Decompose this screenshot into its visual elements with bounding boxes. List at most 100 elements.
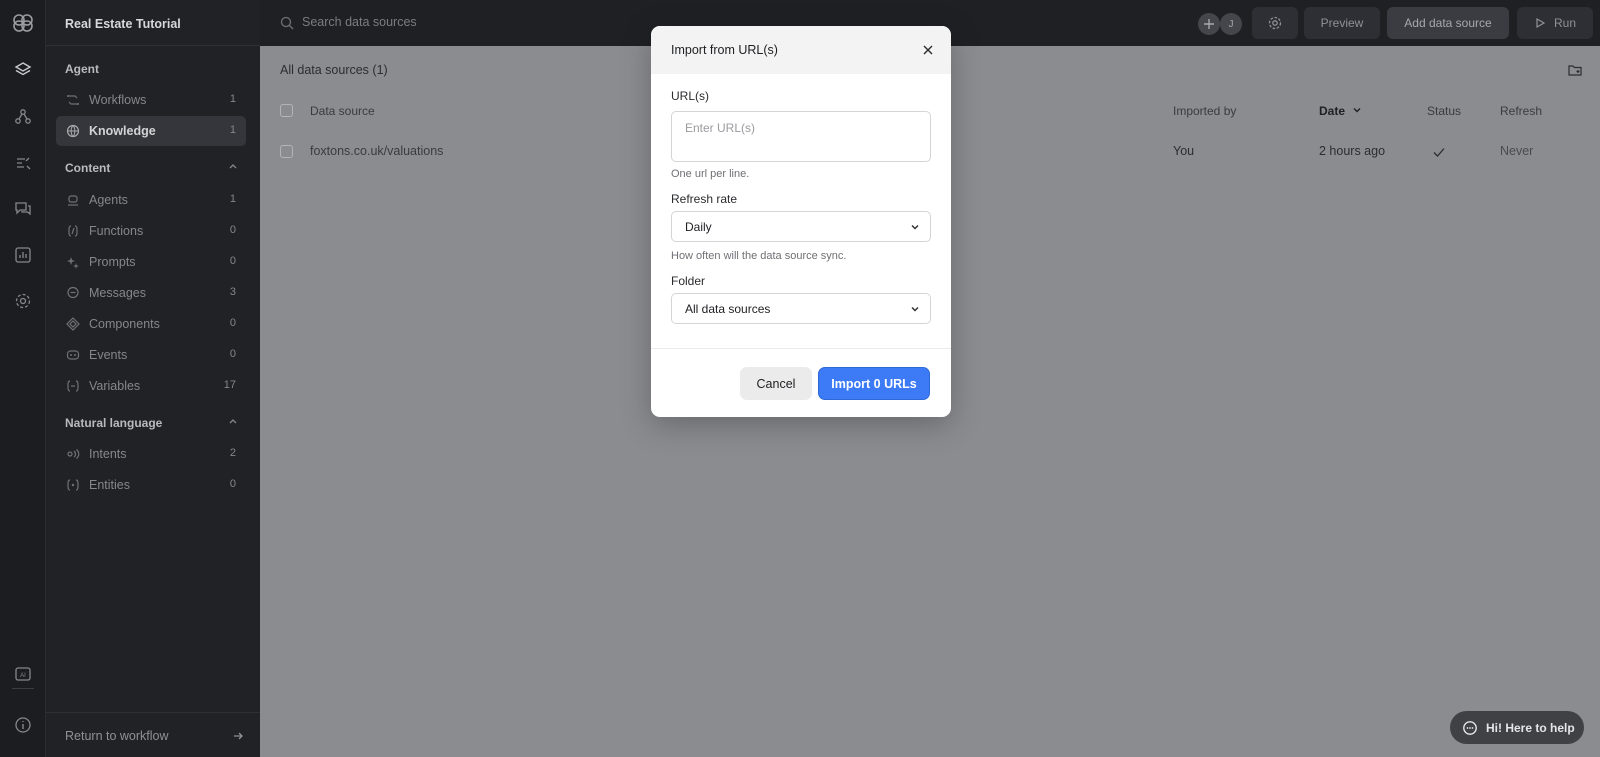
folder-select[interactable]: All data sources	[671, 293, 931, 324]
page-title: All data sources (1)	[280, 63, 388, 77]
conversations-icon[interactable]	[13, 199, 33, 219]
sidebar-item-label: Knowledge	[89, 124, 156, 138]
folder-value: All data sources	[685, 302, 771, 316]
cancel-button[interactable]: Cancel	[740, 367, 812, 400]
sidebar-item-count: 17	[223, 379, 236, 391]
avatar[interactable]: J	[1220, 13, 1242, 35]
sidebar-item-count: 0	[229, 317, 236, 329]
close-icon[interactable]	[921, 43, 935, 57]
section-content[interactable]: Content	[65, 161, 237, 175]
sparkle-icon	[67, 257, 79, 269]
help-label: Hi! Here to help	[1486, 720, 1575, 735]
variables-icon	[67, 380, 79, 392]
refresh-rate-select[interactable]: Daily	[671, 211, 931, 242]
refresh-rate-help-text: How often will the data source sync.	[671, 250, 847, 262]
search-input[interactable]: Search data sources	[302, 15, 417, 29]
sidebar-item-workflows[interactable]: Workflows 1	[56, 85, 246, 115]
sidebar-item-functions[interactable]: Functions 0	[56, 216, 246, 246]
column-header-imported-by[interactable]: Imported by	[1173, 104, 1236, 118]
sidebar-item-label: Functions	[89, 224, 144, 238]
functions-icon	[68, 225, 78, 237]
import-urls-button[interactable]: Import 0 URLs	[818, 367, 930, 400]
sidebar-item-entities[interactable]: Entities 0	[56, 470, 246, 500]
sidebar: Real Estate Tutorial Agent Workflows 1 K…	[46, 0, 260, 757]
add-data-source-button[interactable]: Add data source	[1387, 7, 1509, 39]
sidebar-item-intents[interactable]: Intents 2	[56, 439, 246, 469]
sidebar-item-count: 1	[229, 193, 236, 205]
urls-help-text: One url per line.	[671, 168, 750, 180]
preview-button[interactable]: Preview	[1304, 7, 1380, 39]
settings-button[interactable]	[1252, 7, 1298, 39]
sidebar-item-messages[interactable]: Messages 3	[56, 278, 246, 308]
plus-icon	[1204, 19, 1214, 29]
import-url-dialog: Import from URL(s) URL(s) One url per li…	[651, 26, 951, 417]
sidebar-item-count: 3	[229, 286, 236, 298]
add-collaborator-button[interactable]	[1198, 13, 1220, 35]
select-all-checkbox[interactable]	[280, 104, 293, 117]
sort-desc-icon	[1353, 108, 1361, 113]
sidebar-item-count: 0	[229, 255, 236, 267]
run-label: Run	[1553, 16, 1576, 30]
section-title: Content	[65, 161, 111, 175]
rail-divider	[12, 688, 34, 689]
message-bubble-icon	[67, 286, 79, 299]
sidebar-item-variables[interactable]: Variables 17	[56, 371, 246, 401]
sidebar-item-agents[interactable]: Agents 1	[56, 185, 246, 215]
cell-date: 2 hours ago	[1319, 144, 1386, 158]
section-natural-language[interactable]: Natural language	[65, 416, 237, 430]
folder-label: Folder	[671, 274, 706, 288]
settings-gear-icon[interactable]	[13, 291, 33, 311]
help-chat-button[interactable]: Hi! Here to help	[1450, 711, 1584, 744]
urls-textarea[interactable]	[671, 111, 931, 162]
arrow-right-icon	[234, 732, 243, 740]
sidebar-item-knowledge[interactable]: Knowledge 1	[56, 116, 246, 146]
sidebar-item-label: Agents	[89, 193, 128, 207]
sidebar-item-count: 0	[229, 348, 236, 360]
gear-icon	[1268, 16, 1282, 30]
column-header-status[interactable]: Status	[1427, 104, 1461, 118]
status-check-icon	[1433, 148, 1445, 157]
column-header-date[interactable]: Date	[1319, 104, 1362, 118]
layers-icon[interactable]	[13, 60, 33, 80]
sidebar-item-label: Prompts	[89, 255, 136, 269]
return-to-workflow-link[interactable]: Return to workflow	[46, 712, 260, 757]
sidebar-item-components[interactable]: Components 0	[56, 309, 246, 339]
sidebar-item-label: Components	[89, 317, 160, 331]
section-agent: Agent	[65, 62, 99, 76]
column-header-label: Date	[1319, 104, 1346, 118]
info-icon[interactable]	[13, 715, 33, 735]
project-name[interactable]: Real Estate Tutorial	[46, 0, 260, 46]
agents-icon	[68, 195, 78, 206]
sidebar-item-label: Events	[89, 348, 128, 362]
sidebar-item-prompts[interactable]: Prompts 0	[56, 247, 246, 277]
column-header-data-source[interactable]: Data source	[310, 104, 375, 118]
chevron-down-icon	[911, 225, 919, 230]
ai-badge-icon[interactable]: AI	[13, 664, 33, 684]
run-button[interactable]: Run	[1517, 7, 1593, 39]
app-logo-icon[interactable]	[10, 12, 36, 34]
workflows-icon	[67, 95, 79, 105]
new-folder-icon[interactable]	[1567, 62, 1583, 78]
sidebar-item-count: 1	[229, 124, 236, 136]
dialog-title: Import from URL(s)	[671, 43, 778, 57]
urls-label: URL(s)	[671, 89, 709, 103]
workflow-nodes-icon[interactable]	[13, 107, 33, 127]
section-title: Natural language	[65, 416, 163, 430]
sidebar-item-events[interactable]: Events 0	[56, 340, 246, 370]
cell-data-source[interactable]: foxtons.co.uk/valuations	[310, 144, 443, 158]
analytics-icon[interactable]	[13, 245, 33, 265]
row-checkbox[interactable]	[280, 145, 293, 158]
sidebar-item-count: 1	[229, 93, 236, 105]
refresh-rate-value: Daily	[685, 220, 712, 234]
designer-icon[interactable]	[13, 153, 33, 173]
chat-bubble-icon	[1463, 721, 1477, 735]
chevron-up-icon	[229, 419, 237, 424]
column-header-refresh[interactable]: Refresh	[1500, 104, 1542, 118]
return-label: Return to workflow	[65, 729, 169, 743]
sidebar-item-count: 2	[229, 447, 236, 459]
cell-imported-by: You	[1173, 144, 1195, 158]
sidebar-item-label: Intents	[89, 447, 127, 461]
dialog-divider	[651, 348, 951, 349]
sidebar-item-label: Messages	[89, 286, 146, 300]
play-icon	[1536, 17, 1546, 29]
